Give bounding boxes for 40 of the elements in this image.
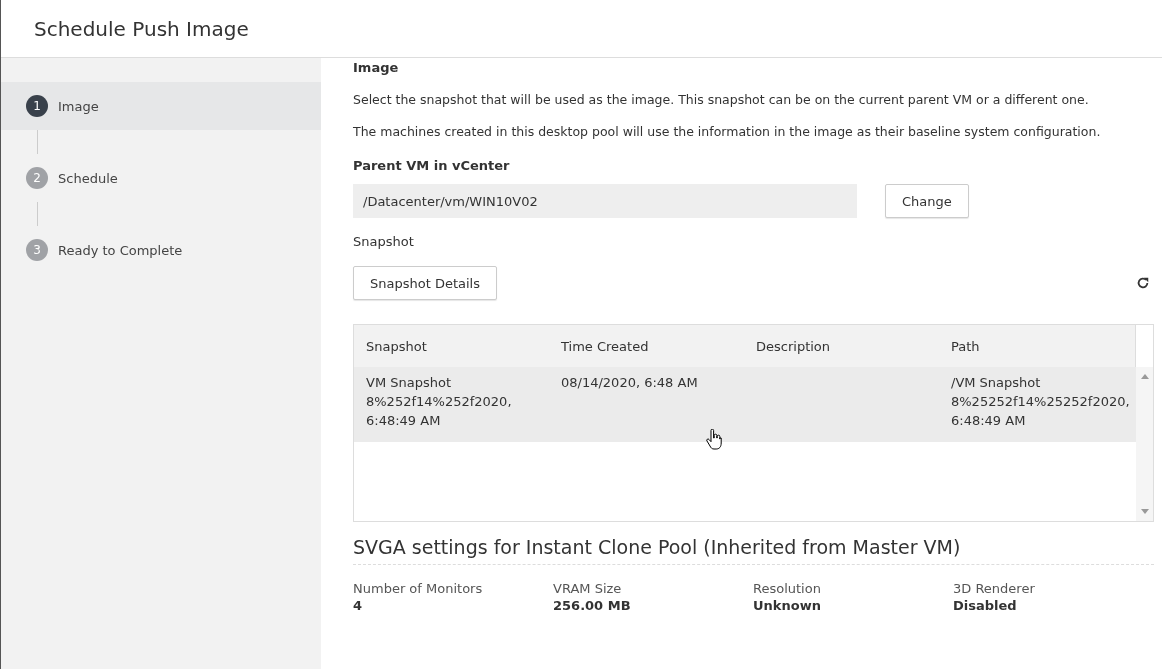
section-heading: SVGA settings for Instant Clone Pool (Inherited from Master VM) <box>353 536 1154 565</box>
column-header[interactable]: Time Created <box>549 338 744 354</box>
wizard-step[interactable]: 3 Ready to Complete <box>1 226 321 274</box>
column-header[interactable]: Description <box>744 338 939 354</box>
step-label: Ready to Complete <box>58 242 183 258</box>
table-row[interactable]: VM Snapshot 8%252f14%252f2020, 6:48:49 AM 08/14/2020, 6:48 AM /VM Snapshot 8%25252f14%25252f2020, 6:48:49 AM <box>354 367 1136 442</box>
setting-label: Resolution <box>753 581 822 596</box>
window-title: Schedule Push Image <box>34 16 249 41</box>
description-text: The machines created in this desktop pool will use the information in the image as their baseline system configuration. <box>353 124 1102 139</box>
hand-cursor-icon <box>706 429 722 451</box>
change-button[interactable]: Change <box>885 184 969 218</box>
section-title: Image <box>353 60 400 75</box>
wizard-step[interactable]: 2 Schedule <box>1 154 321 202</box>
setting-value: Unknown <box>753 598 822 613</box>
description-text: Select the snapshot that will be used as the image. This snapshot can be on the current parent VM or a different one. <box>353 92 1090 107</box>
step-number: 2 <box>26 167 48 189</box>
field-label: Snapshot <box>353 234 415 249</box>
setting-label: Number of Monitors <box>353 581 484 596</box>
table-cell: VM Snapshot 8%252f14%252f2020, 6:48:49 AM <box>366 375 512 428</box>
table-cell: /VM Snapshot 8%25252f14%25252f2020, 6:48:49 AM <box>951 375 1130 428</box>
step-number: 3 <box>26 239 48 261</box>
column-header[interactable]: Path <box>939 338 1134 354</box>
step-label: Schedule <box>58 170 118 186</box>
snapshot-details-button[interactable]: Snapshot Details <box>353 266 497 300</box>
step-label: Image <box>58 98 99 114</box>
table-cell: 08/14/2020, 6:48 AM <box>561 375 698 390</box>
column-header[interactable]: Snapshot <box>354 338 549 354</box>
step-number: 1 <box>26 95 48 117</box>
setting-value: 256.00 MB <box>553 598 632 613</box>
setting-value: Disabled <box>953 598 1018 613</box>
scrollbar[interactable] <box>1136 367 1153 521</box>
wizard-step[interactable]: 1 Image <box>1 82 321 130</box>
scroll-up-icon[interactable] <box>1140 373 1149 379</box>
scroll-down-icon[interactable] <box>1140 509 1149 515</box>
setting-label: 3D Renderer <box>953 581 1036 596</box>
setting-label: VRAM Size <box>553 581 623 596</box>
setting-value: 4 <box>353 598 364 613</box>
refresh-icon[interactable] <box>1136 276 1150 290</box>
parent-vm-field[interactable]: /Datacenter/vm/WIN10V02 <box>353 184 857 218</box>
field-label: Parent VM in vCenter <box>353 158 511 173</box>
